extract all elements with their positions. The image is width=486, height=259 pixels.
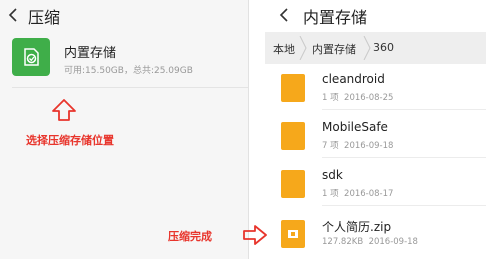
list-item[interactable]: cleandroid 1 项 2016-08-25 (265, 66, 486, 110)
storage-icon (12, 38, 50, 76)
list-item[interactable]: MobileSafe 7 项 2016-09-18 (265, 114, 486, 158)
file-meta: 1 项 2016-08-17 (322, 189, 394, 199)
divider (12, 87, 248, 88)
list-item[interactable]: 个人简历.zip 127.82KB 2016-09-18 (265, 212, 486, 256)
arrow-up-icon (52, 99, 76, 121)
storage-capacity: 可用:15.50GB，总共:25.09GB (64, 66, 193, 76)
breadcrumb-separator-icon (363, 36, 371, 60)
file-name: sdk (322, 168, 343, 182)
annotation-compress-done: 压缩完成 (168, 230, 212, 243)
folder-icon (281, 74, 305, 102)
annotation-select-location: 选择压缩存储位置 (26, 134, 114, 147)
chevron-left-icon[interactable] (275, 6, 293, 24)
file-meta: 127.82KB 2016-09-18 (322, 237, 418, 247)
page-title: 内置存储 (303, 8, 368, 27)
folder-icon (281, 122, 305, 150)
storage-option-internal[interactable]: 内置存储 可用:15.50GB，总共:25.09GB (0, 30, 248, 88)
arrow-right-icon (243, 225, 267, 245)
compress-header: 压缩 (0, 0, 248, 30)
storage-name: 内置存储 (64, 46, 117, 61)
divider (322, 157, 486, 158)
internal-storage-panel: 内置存储 本地 内置存储 360 cleandroid 1 项 2016-08-… (249, 0, 486, 259)
page-title: 压缩 (28, 8, 61, 27)
zip-file-icon (281, 220, 305, 248)
file-meta: 1 项 2016-08-25 (322, 93, 394, 103)
divider (322, 109, 486, 110)
breadcrumb-item-local[interactable]: 本地 (273, 41, 295, 57)
breadcrumb-item-internal[interactable]: 内置存储 (312, 41, 356, 57)
file-name: cleandroid (322, 72, 385, 86)
breadcrumb: 本地 内置存储 360 (265, 32, 486, 64)
file-name: 个人简历.zip (322, 220, 392, 234)
breadcrumb-item-360[interactable]: 360 (373, 41, 394, 54)
file-name: MobileSafe (322, 120, 388, 134)
folder-icon (281, 170, 305, 198)
storage-header: 内置存储 (249, 0, 486, 30)
compress-panel: 压缩 内置存储 可用:15.50GB，总共:25.09GB 选择压缩存储位置 压… (0, 0, 248, 259)
file-meta: 7 项 2016-09-18 (322, 141, 394, 151)
breadcrumb-separator-icon (299, 36, 307, 60)
chevron-left-icon[interactable] (4, 6, 22, 24)
list-item[interactable]: sdk 1 项 2016-08-17 (265, 162, 486, 206)
divider (322, 205, 486, 206)
